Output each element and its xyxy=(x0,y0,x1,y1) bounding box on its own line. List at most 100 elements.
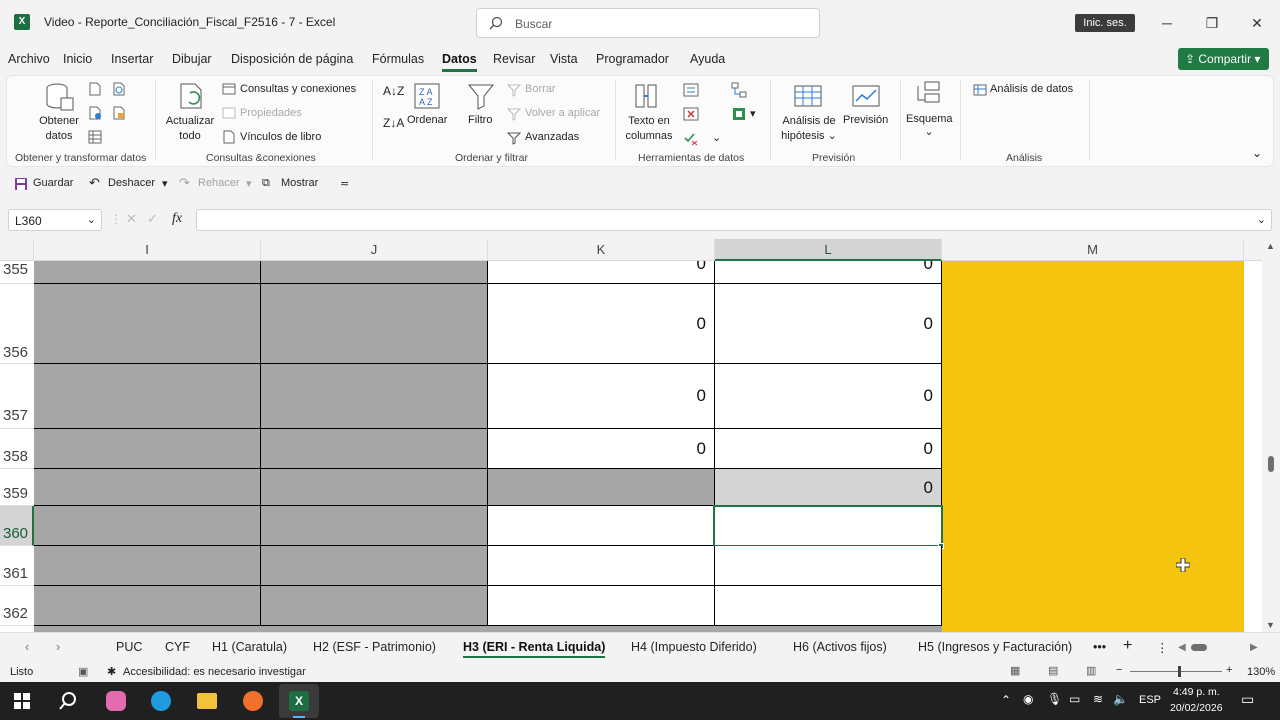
vinculos-libro-button[interactable]: Vínculos de libro xyxy=(240,131,321,143)
column-header-l[interactable]: L xyxy=(715,239,942,261)
row-header[interactable]: 356 xyxy=(0,284,34,364)
cell-j355[interactable] xyxy=(261,261,488,284)
excel-taskbar-button[interactable]: X xyxy=(279,684,319,718)
tab-h3-active[interactable]: H3 (ERI - Renta Liquida) xyxy=(463,640,606,658)
texto-columnas-button[interactable]: Texto en columnas xyxy=(623,114,675,144)
cell-k361[interactable] xyxy=(488,546,715,586)
esquema-button[interactable]: Esquema ⌄ xyxy=(906,113,952,138)
cell-i356[interactable] xyxy=(34,284,261,364)
select-all-corner[interactable] xyxy=(0,239,34,261)
mostrar-button[interactable]: Mostrar xyxy=(281,177,318,189)
cell-j357[interactable] xyxy=(261,364,488,429)
add-sheet-icon[interactable]: + xyxy=(1123,637,1132,655)
menu-insertar[interactable]: Insertar xyxy=(111,52,153,66)
copilot-icon[interactable] xyxy=(106,691,126,711)
menu-programador[interactable]: Programador xyxy=(596,52,669,66)
deshacer-button[interactable]: Deshacer xyxy=(108,177,155,189)
chevron-down-icon[interactable]: ⌄ xyxy=(87,213,96,226)
hscroll-left-icon[interactable]: ◀ xyxy=(1178,642,1186,653)
cell-i359[interactable] xyxy=(34,469,261,506)
data-validation-icon[interactable] xyxy=(683,130,699,146)
scroll-down-icon[interactable]: ▼ xyxy=(1266,620,1275,630)
sort-az-icon[interactable]: A↓Z xyxy=(383,84,404,98)
next-sheet-icon[interactable]: › xyxy=(56,640,60,654)
filtro-button[interactable]: Filtro xyxy=(468,114,492,126)
cell-k359[interactable] xyxy=(488,469,715,506)
remove-duplicates-icon[interactable] xyxy=(683,106,699,122)
cancel-icon[interactable]: ✕ xyxy=(126,211,137,227)
undo-dropdown[interactable]: ▾ xyxy=(162,177,168,190)
prevision-button[interactable]: Previsión xyxy=(843,114,888,126)
zoom-in-icon[interactable]: + xyxy=(1226,664,1232,676)
menu-archivo[interactable]: Archivo xyxy=(8,52,50,66)
tab-h2[interactable]: H2 (ESF - Patrimonio) xyxy=(313,640,436,654)
row-header[interactable]: 357 xyxy=(0,364,34,429)
share-button[interactable]: ⇪ Compartir ▾ xyxy=(1178,48,1269,70)
hscroll-thumb[interactable] xyxy=(1191,644,1207,651)
cell-k360[interactable] xyxy=(488,506,715,546)
row-header-selected[interactable]: 360 xyxy=(0,506,34,546)
consultas-conexiones-button[interactable]: Consultas y conexiones xyxy=(240,83,356,95)
flash-fill-icon[interactable] xyxy=(683,82,699,98)
battery-icon[interactable]: ▭ xyxy=(1069,692,1080,706)
tray-overflow-icon[interactable]: ⌃ xyxy=(1001,693,1011,707)
data-model-dropdown[interactable]: ▾ xyxy=(750,107,756,120)
sort-za-icon[interactable]: Z↓A xyxy=(383,116,404,130)
worksheet-grid[interactable]: 355 0 0 356 0 0 357 0 0 358 0 0 359 0 36… xyxy=(0,261,1262,632)
obtener-datos-button[interactable]: Obtener datos xyxy=(38,114,80,144)
row-header[interactable]: 362 xyxy=(0,586,34,626)
actualizar-todo-button[interactable]: Actualizar todo xyxy=(162,114,218,144)
menu-formulas[interactable]: Fórmulas xyxy=(372,52,424,66)
enter-icon[interactable]: ✓ xyxy=(147,211,158,227)
zoom-slider-thumb[interactable] xyxy=(1178,666,1181,677)
cell-l356[interactable]: 0 xyxy=(715,284,942,364)
menu-datos[interactable]: Datos xyxy=(442,52,477,72)
scroll-thumb[interactable] xyxy=(1268,456,1274,472)
search-box[interactable]: Buscar xyxy=(476,8,820,38)
prev-sheet-icon[interactable]: ‹ xyxy=(25,640,29,654)
ordenar-button[interactable]: Ordenar xyxy=(407,114,447,126)
cell-l359[interactable]: 0 xyxy=(715,469,942,506)
close-button[interactable]: ✕ xyxy=(1242,10,1272,36)
wifi-icon[interactable]: ≋ xyxy=(1093,692,1103,706)
avanzadas-button[interactable]: Avanzadas xyxy=(525,131,579,143)
notifications-icon[interactable]: ▭ xyxy=(1241,691,1254,708)
windows-start-icon[interactable] xyxy=(14,693,30,709)
normal-view-icon[interactable]: ▦ xyxy=(1010,664,1020,677)
data-model-icon[interactable] xyxy=(731,106,747,122)
expand-formula-icon[interactable]: ⌄ xyxy=(1257,213,1266,226)
menu-inicio[interactable]: Inicio xyxy=(63,52,92,66)
tab-puc[interactable]: PUC xyxy=(116,640,142,654)
name-box[interactable]: L360 ⌄ xyxy=(8,209,102,231)
file-explorer-icon[interactable] xyxy=(197,693,217,709)
cell-l358[interactable]: 0 xyxy=(715,429,942,469)
cell-l361[interactable] xyxy=(715,546,942,586)
cell-k357[interactable]: 0 xyxy=(488,364,715,429)
microphone-icon[interactable]: 🎙 xyxy=(1047,692,1062,706)
sign-in-button[interactable]: Inic. ses. xyxy=(1075,14,1135,32)
edge-browser-icon[interactable] xyxy=(151,691,171,711)
zoom-slider[interactable] xyxy=(1130,671,1222,672)
cell-i360[interactable] xyxy=(34,506,261,546)
formula-input[interactable]: ⌄ xyxy=(196,209,1272,231)
data-validation-dropdown[interactable]: ⌄ xyxy=(712,131,721,144)
row-header[interactable]: 355 xyxy=(0,261,34,284)
clock-time[interactable]: 4:49 p. m. xyxy=(1173,686,1220,698)
row-header[interactable]: 361 xyxy=(0,546,34,586)
menu-vista[interactable]: Vista xyxy=(550,52,578,66)
propiedades-button[interactable]: Propiedades xyxy=(240,107,302,119)
menu-disposicion[interactable]: Disposición de página xyxy=(231,52,353,66)
collapse-ribbon-icon[interactable]: ⌄ xyxy=(1252,146,1262,160)
column-m-fill[interactable] xyxy=(942,261,1244,632)
restore-button[interactable]: ❐ xyxy=(1197,10,1227,36)
borrar-button[interactable]: Borrar xyxy=(525,83,556,95)
tab-h6[interactable]: H6 (Activos fijos) xyxy=(793,640,887,654)
cell-k356[interactable]: 0 xyxy=(488,284,715,364)
column-header-j[interactable]: J xyxy=(261,239,488,261)
tab-h5[interactable]: H5 (Ingresos y Facturación) xyxy=(918,640,1072,654)
cell-j360[interactable] xyxy=(261,506,488,546)
analisis-hipotesis-button[interactable]: Análisis de hipótesis ⌄ xyxy=(780,114,838,144)
hscroll-right-icon[interactable]: ▶ xyxy=(1250,642,1258,653)
macro-record-icon[interactable]: ▣ xyxy=(78,665,88,678)
column-header-m[interactable]: M xyxy=(942,239,1244,261)
